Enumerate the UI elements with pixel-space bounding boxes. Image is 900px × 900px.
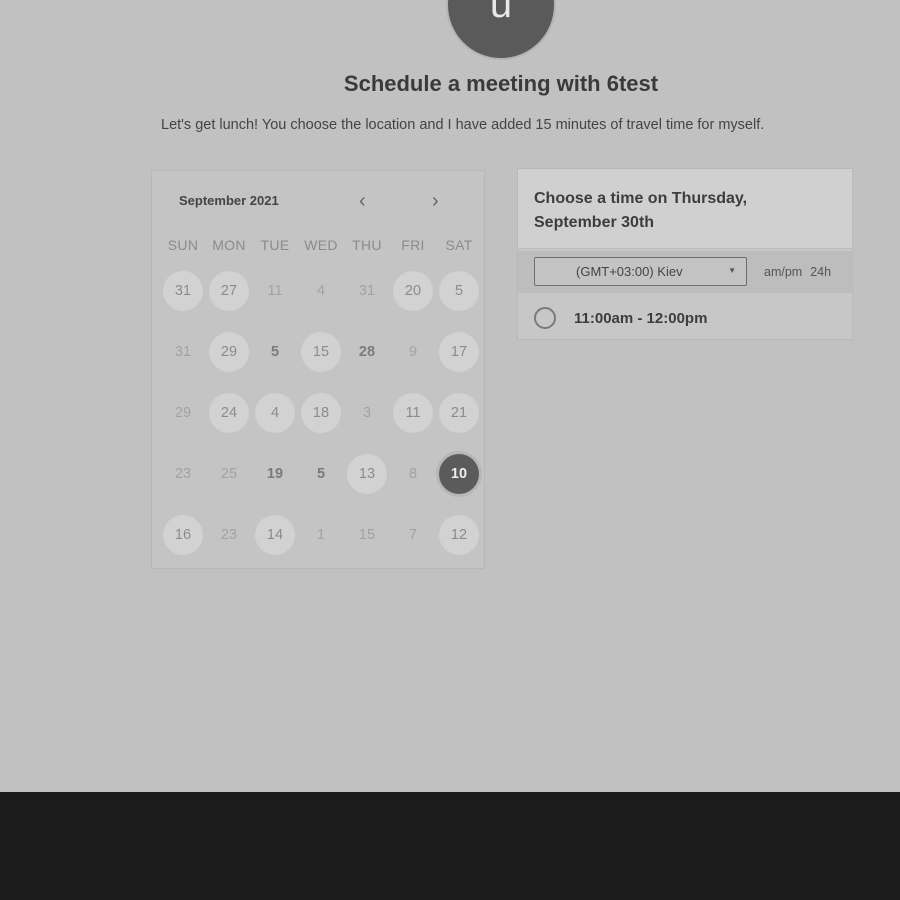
calendar-month-label: September 2021: [179, 193, 279, 208]
chevron-right-icon: ›: [432, 190, 439, 212]
caret-down-icon: ▼: [728, 266, 736, 275]
calendar-panel: September 2021 ‹ › SUN MON TUE WED THU FRI SAT…: [151, 170, 485, 569]
weekday-label: FRI: [401, 237, 425, 253]
calendar-day: 1: [316, 527, 326, 543]
weekday-label: TUE: [260, 237, 290, 253]
calendar-day[interactable]: 29: [209, 332, 249, 372]
calendar-day: 29: [174, 405, 192, 421]
calendar-day: 25: [220, 466, 238, 482]
calendar-day: 11: [267, 283, 283, 299]
calendar-day: 23: [174, 466, 192, 482]
calendar-day[interactable]: 16: [163, 515, 203, 555]
weekday-label: THU: [352, 237, 382, 253]
calendar-day: 9: [408, 344, 418, 360]
calendar-day: 5: [270, 344, 280, 360]
calendar-day: 4: [316, 283, 326, 299]
calendar-grid: 31 27 11 4 31 20 5 31 29 5 15 28 9 17 29 24 4 18 3 11 21 23 25…: [160, 271, 482, 561]
calendar-day[interactable]: 27: [209, 271, 249, 311]
time-slot-option[interactable]: 11:00am - 12:00pm: [534, 303, 707, 333]
calendar-day[interactable]: 21: [439, 393, 479, 433]
format-ampm-option[interactable]: am/pm: [764, 265, 802, 279]
calendar-day[interactable]: 13: [347, 454, 387, 494]
weekday-header: SUN MON TUE WED THU FRI SAT: [160, 237, 482, 255]
time-format-toggle: am/pm 24h: [764, 265, 831, 279]
time-panel-header: Choose a time on Thursday, September 30t…: [518, 169, 852, 249]
page-title: Schedule a meeting with 6test: [343, 71, 659, 96]
calendar-day[interactable]: 18: [301, 393, 341, 433]
time-slot-label: 11:00am - 12:00pm: [574, 309, 708, 327]
weekday-label: SAT: [445, 237, 473, 253]
meeting-description: Let's get lunch! You choose the location…: [161, 117, 765, 133]
calendar-day[interactable]: 31: [163, 271, 203, 311]
calendar-day[interactable]: 15: [301, 332, 341, 372]
calendar-day[interactable]: 5: [439, 271, 479, 311]
calendar-day[interactable]: 4: [255, 393, 295, 433]
avatar-initial: u: [489, 0, 513, 26]
time-panel-title: Choose a time on Thursday, September 30t…: [534, 190, 748, 231]
format-24h-option[interactable]: 24h: [810, 265, 831, 279]
calendar-day: 7: [408, 527, 418, 543]
chevron-left-icon: ‹: [359, 190, 366, 212]
timezone-row: (GMT+03:00) Kiev ▼ am/pm 24h: [518, 251, 852, 293]
calendar-day: 28: [358, 344, 376, 360]
calendar-day: 8: [408, 466, 418, 482]
calendar-day-selected[interactable]: 10: [439, 454, 479, 494]
calendar-day: 23: [220, 527, 238, 543]
weekday-label: MON: [212, 237, 246, 253]
calendar-day: 31: [358, 283, 376, 299]
calendar-day[interactable]: 20: [393, 271, 433, 311]
calendar-day[interactable]: 14: [255, 515, 295, 555]
weekday-label: SUN: [167, 237, 199, 253]
calendar-day: 3: [362, 405, 372, 421]
calendar-day[interactable]: 12: [439, 515, 479, 555]
time-selection-panel: Choose a time on Thursday, September 30t…: [517, 168, 853, 340]
footer-bar: [0, 792, 900, 900]
calendar-day[interactable]: 11: [393, 393, 433, 433]
next-month-button[interactable]: ›: [432, 191, 439, 211]
calendar-day: 5: [316, 466, 326, 482]
timezone-select[interactable]: (GMT+03:00) Kiev ▼: [534, 257, 747, 286]
calendar-day[interactable]: 24: [209, 393, 249, 433]
calendar-day[interactable]: 17: [439, 332, 479, 372]
calendar-day: 15: [358, 527, 376, 543]
calendar-day: 31: [174, 344, 192, 360]
calendar-day: 19: [266, 466, 284, 482]
organizer-avatar: u: [448, 0, 554, 58]
prev-month-button[interactable]: ‹: [359, 191, 366, 211]
radio-icon: [534, 307, 556, 329]
weekday-label: WED: [304, 237, 338, 253]
timezone-value: (GMT+03:00) Kiev: [576, 264, 683, 279]
